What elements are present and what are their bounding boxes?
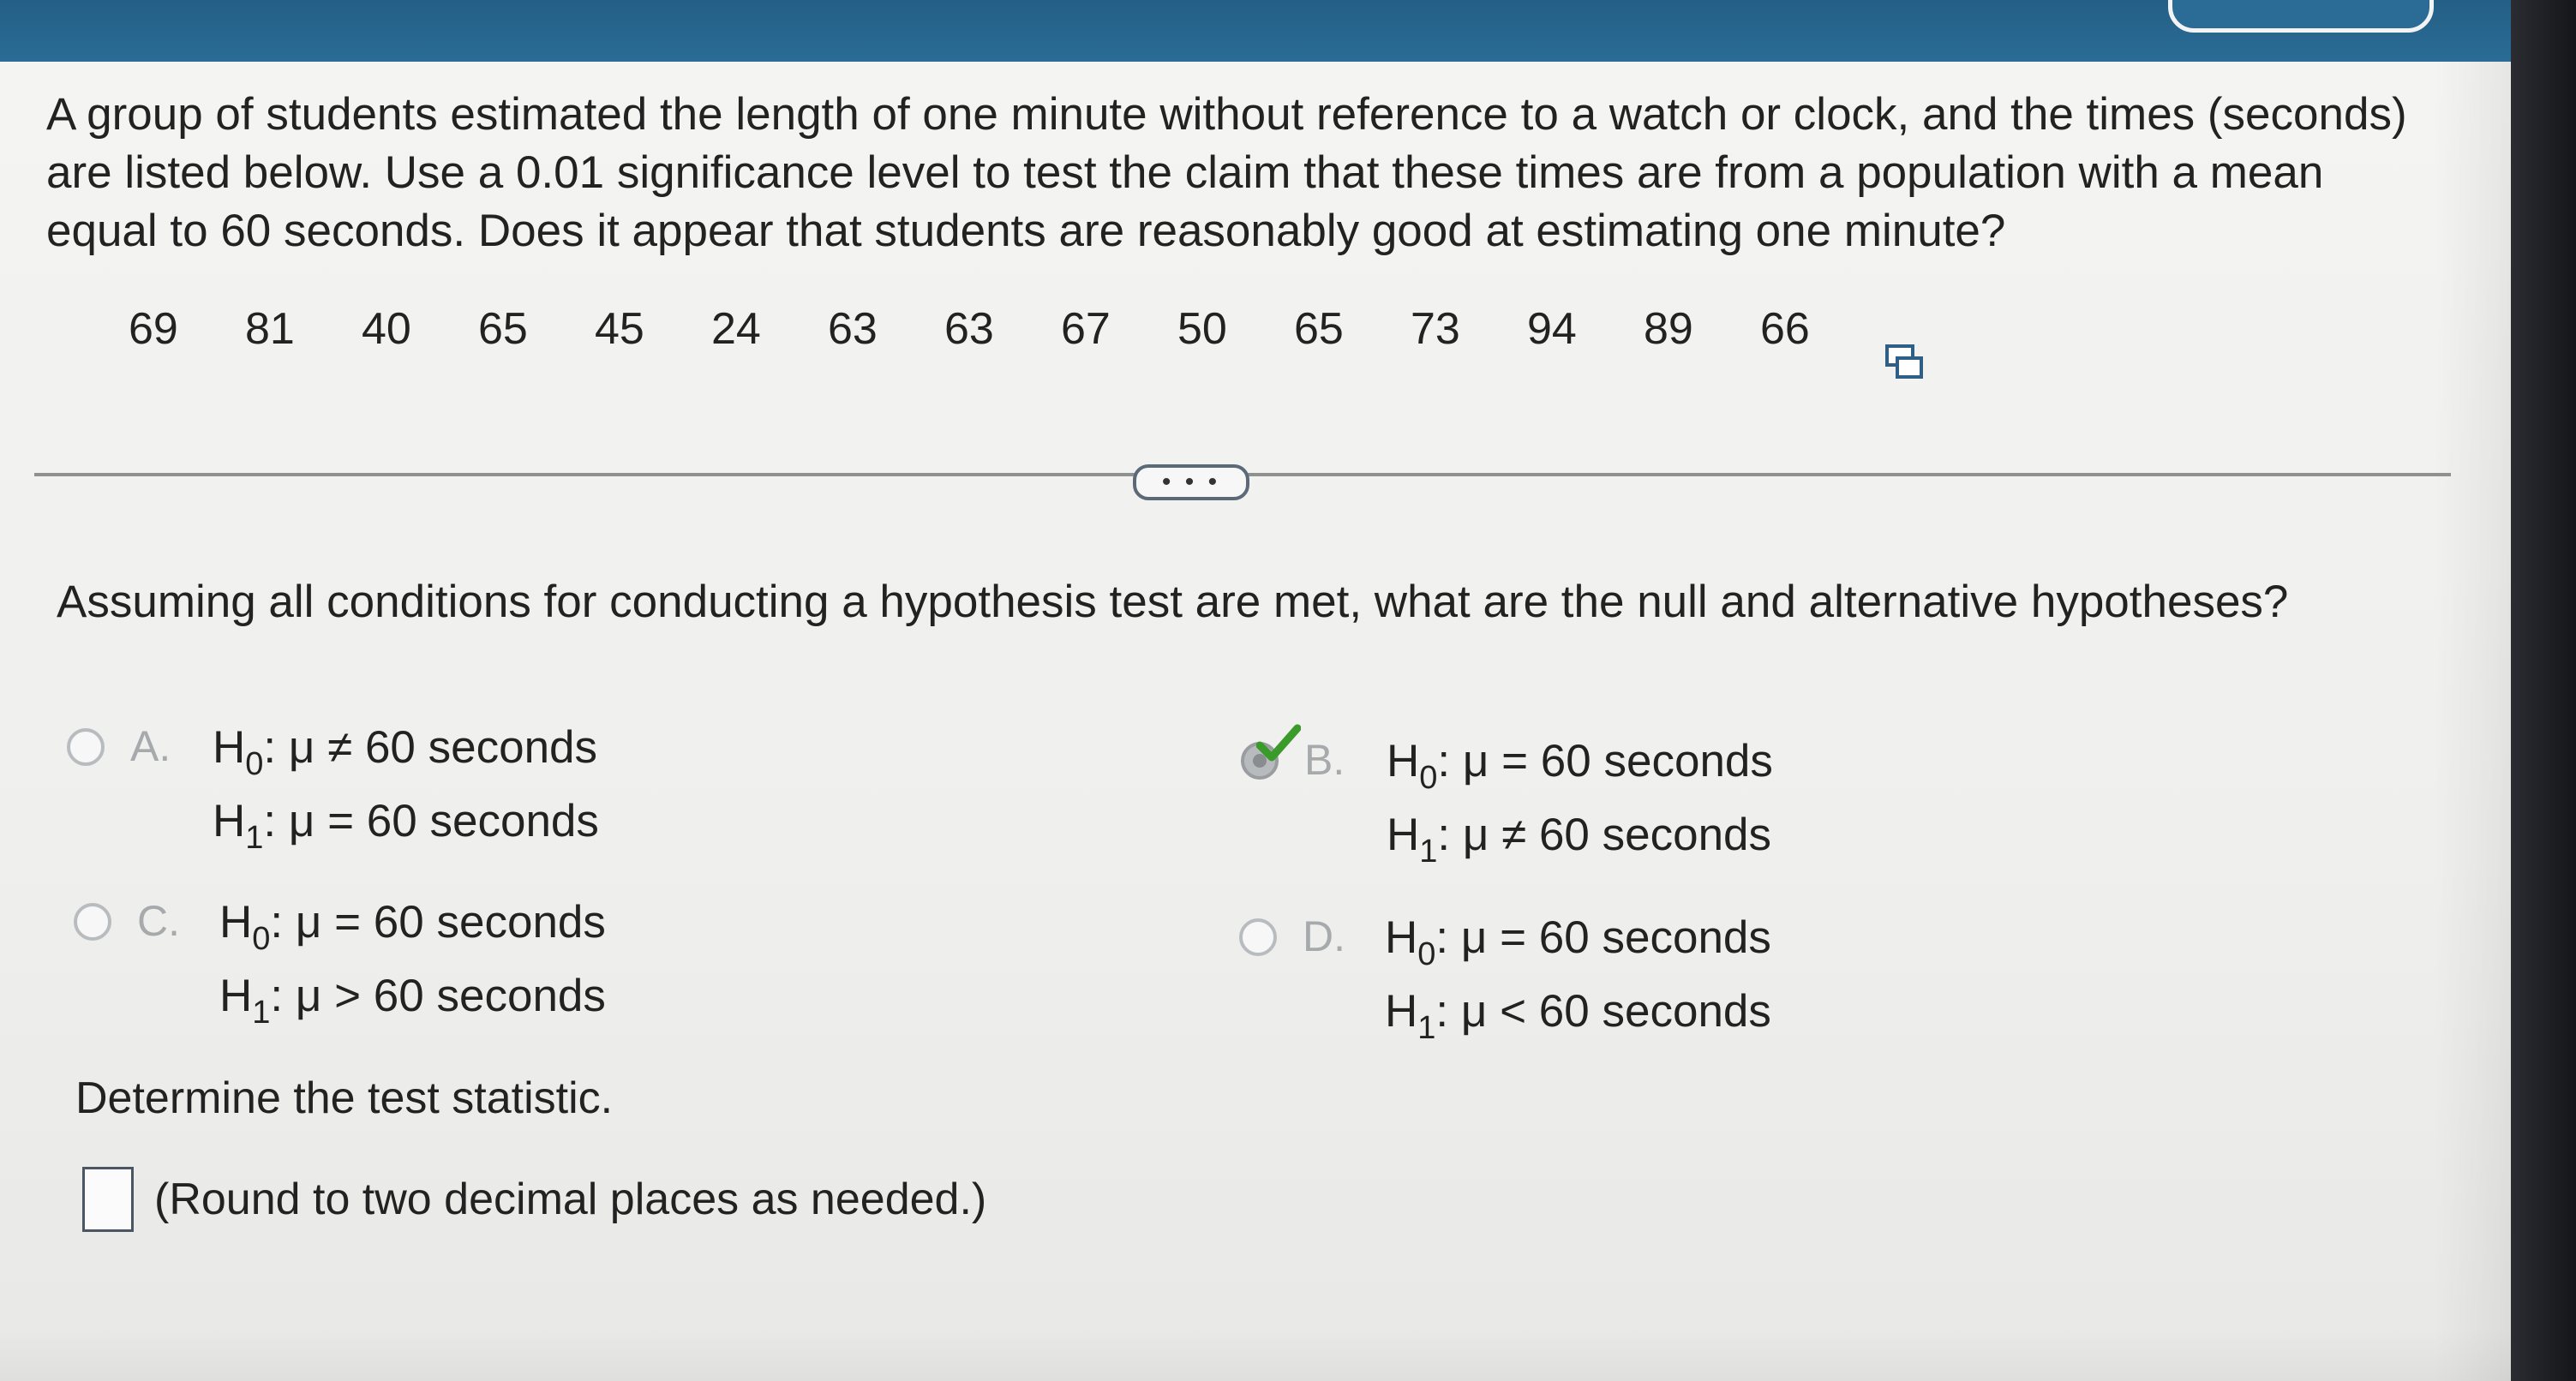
option-letter: D. — [1303, 912, 1345, 960]
data-value: 40 — [362, 304, 411, 354]
data-value: 50 — [1177, 304, 1227, 354]
data-value: 63 — [944, 304, 994, 354]
question-panel: A group of students estimated the length… — [0, 62, 2511, 1381]
option-d[interactable]: D. H0: μ = 60 seconds H1: μ < 60 seconds — [1239, 912, 2267, 1066]
data-value: 89 — [1644, 304, 1693, 354]
radio-button[interactable] — [74, 903, 111, 941]
alternative-hypothesis: H1: μ < 60 seconds — [1385, 986, 1771, 1046]
test-statistic-input[interactable] — [82, 1167, 134, 1232]
option-letter: A. — [130, 722, 171, 770]
data-value: 81 — [245, 304, 295, 354]
null-hypothesis: H0: μ ≠ 60 seconds — [213, 722, 598, 782]
rounding-instruction: (Round to two decimal places as needed.) — [154, 1175, 987, 1224]
data-value: 67 — [1061, 304, 1111, 354]
option-a[interactable]: A. H0: μ ≠ 60 seconds H1: μ = 60 seconds — [67, 721, 1095, 876]
null-hypothesis: H0: μ = 60 seconds — [1385, 912, 1771, 972]
header-button[interactable] — [2168, 0, 2434, 33]
option-letter: C. — [137, 897, 180, 945]
data-value: 69 — [129, 304, 178, 354]
null-hypothesis: H0: μ = 60 seconds — [1387, 736, 1773, 796]
data-value: 65 — [1294, 304, 1344, 354]
checkmark-icon — [1256, 724, 1301, 762]
copy-data-icon[interactable] — [1885, 343, 1923, 380]
data-value: 65 — [478, 304, 528, 354]
screen-edge — [2511, 0, 2576, 1381]
data-values-row: 69 81 40 65 45 24 63 63 67 50 65 73 94 8… — [129, 303, 1877, 355]
expand-more-button[interactable]: • • • — [1133, 464, 1249, 500]
hypothesis-question: Assuming all conditions for conducting a… — [57, 577, 2289, 627]
radio-button[interactable] — [1239, 918, 1277, 956]
alternative-hypothesis: H1: μ = 60 seconds — [213, 796, 599, 856]
alternative-hypothesis: H1: μ > 60 seconds — [219, 971, 606, 1031]
data-value: 24 — [711, 304, 761, 354]
data-value: 63 — [828, 304, 878, 354]
data-value: 66 — [1760, 304, 1810, 354]
option-b[interactable]: B. H0: μ = 60 seconds H1: μ ≠ 60 seconds — [1241, 724, 2269, 889]
null-hypothesis: H0: μ = 60 seconds — [219, 897, 606, 957]
top-header-bar — [0, 0, 2511, 62]
data-value: 94 — [1527, 304, 1577, 354]
question-text: A group of students estimated the length… — [46, 89, 2407, 256]
alternative-hypothesis: H1: μ ≠ 60 seconds — [1387, 810, 1772, 870]
option-c[interactable]: C. H0: μ = 60 seconds H1: μ > 60 seconds — [74, 896, 1102, 1050]
test-statistic-prompt: Determine the test statistic. — [75, 1073, 614, 1123]
data-value: 73 — [1411, 304, 1460, 354]
option-letter: B. — [1304, 736, 1345, 784]
data-value: 45 — [595, 304, 644, 354]
radio-button[interactable] — [67, 728, 105, 766]
